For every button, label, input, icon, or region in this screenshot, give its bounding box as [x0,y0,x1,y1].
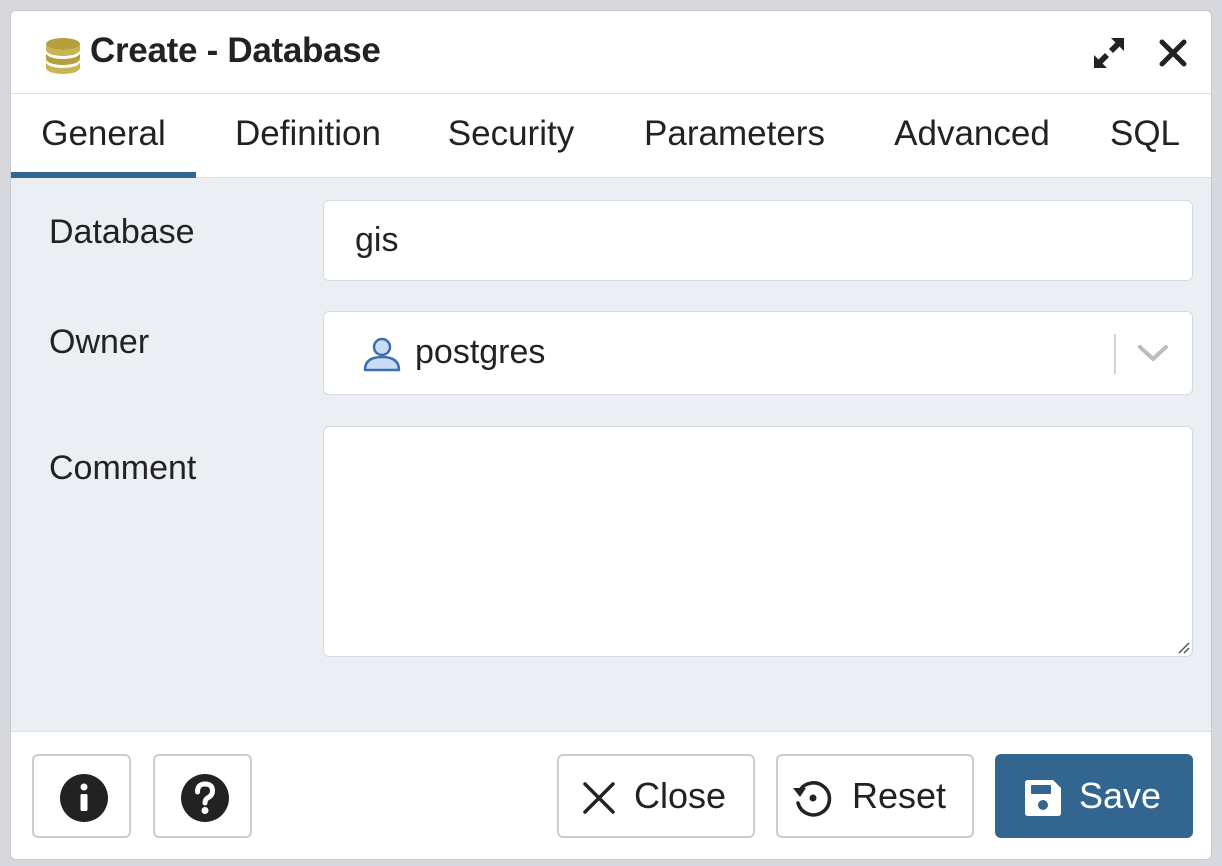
create-database-dialog: Create - Database General Definition Sec… [10,10,1212,860]
tab-general[interactable]: General [11,94,196,178]
database-name-value: gis [355,221,399,259]
dialog-titlebar[interactable]: Create - Database [11,11,1211,94]
dialog-footer: Close Reset Save [11,731,1211,859]
reset-button-label: Reset [852,775,947,816]
close-button[interactable]: Close [557,754,755,838]
maximize-icon[interactable] [1089,33,1129,73]
save-icon [1025,780,1061,816]
help-button[interactable] [153,754,252,838]
owner-select[interactable]: postgres [323,311,1193,395]
database-label: Database [49,213,195,251]
database-icon [46,38,80,74]
owner-label: Owner [49,323,150,361]
select-separator [1114,334,1116,374]
tab-definition[interactable]: Definition [218,94,398,178]
close-button-label: Close [634,775,727,816]
save-button[interactable]: Save [995,754,1193,838]
general-tab-panel: Database gis Owner postgres Comment [11,178,1211,731]
tab-parameters[interactable]: Parameters [630,94,839,178]
save-button-label: Save [1079,775,1162,816]
comment-label: Comment [49,449,197,487]
chevron-down-icon[interactable] [1136,338,1170,368]
close-icon[interactable] [1153,33,1193,73]
tab-advanced[interactable]: Advanced [882,94,1062,178]
tab-security[interactable]: Security [438,94,584,178]
info-button[interactable] [32,754,131,838]
close-x-icon [583,782,615,814]
owner-value: postgres [415,333,546,371]
reset-icon [793,781,832,817]
user-icon [363,337,401,372]
tab-sql[interactable]: SQL [1105,94,1185,178]
comment-textarea[interactable] [323,426,1193,657]
info-icon [60,774,108,822]
tab-bar: General Definition Security Parameters A… [11,94,1211,178]
resize-handle-icon[interactable] [1176,640,1190,654]
dialog-title: Create - Database [90,31,381,70]
help-icon [181,774,229,822]
reset-button[interactable]: Reset [776,754,974,838]
database-name-input[interactable]: gis [323,200,1193,281]
